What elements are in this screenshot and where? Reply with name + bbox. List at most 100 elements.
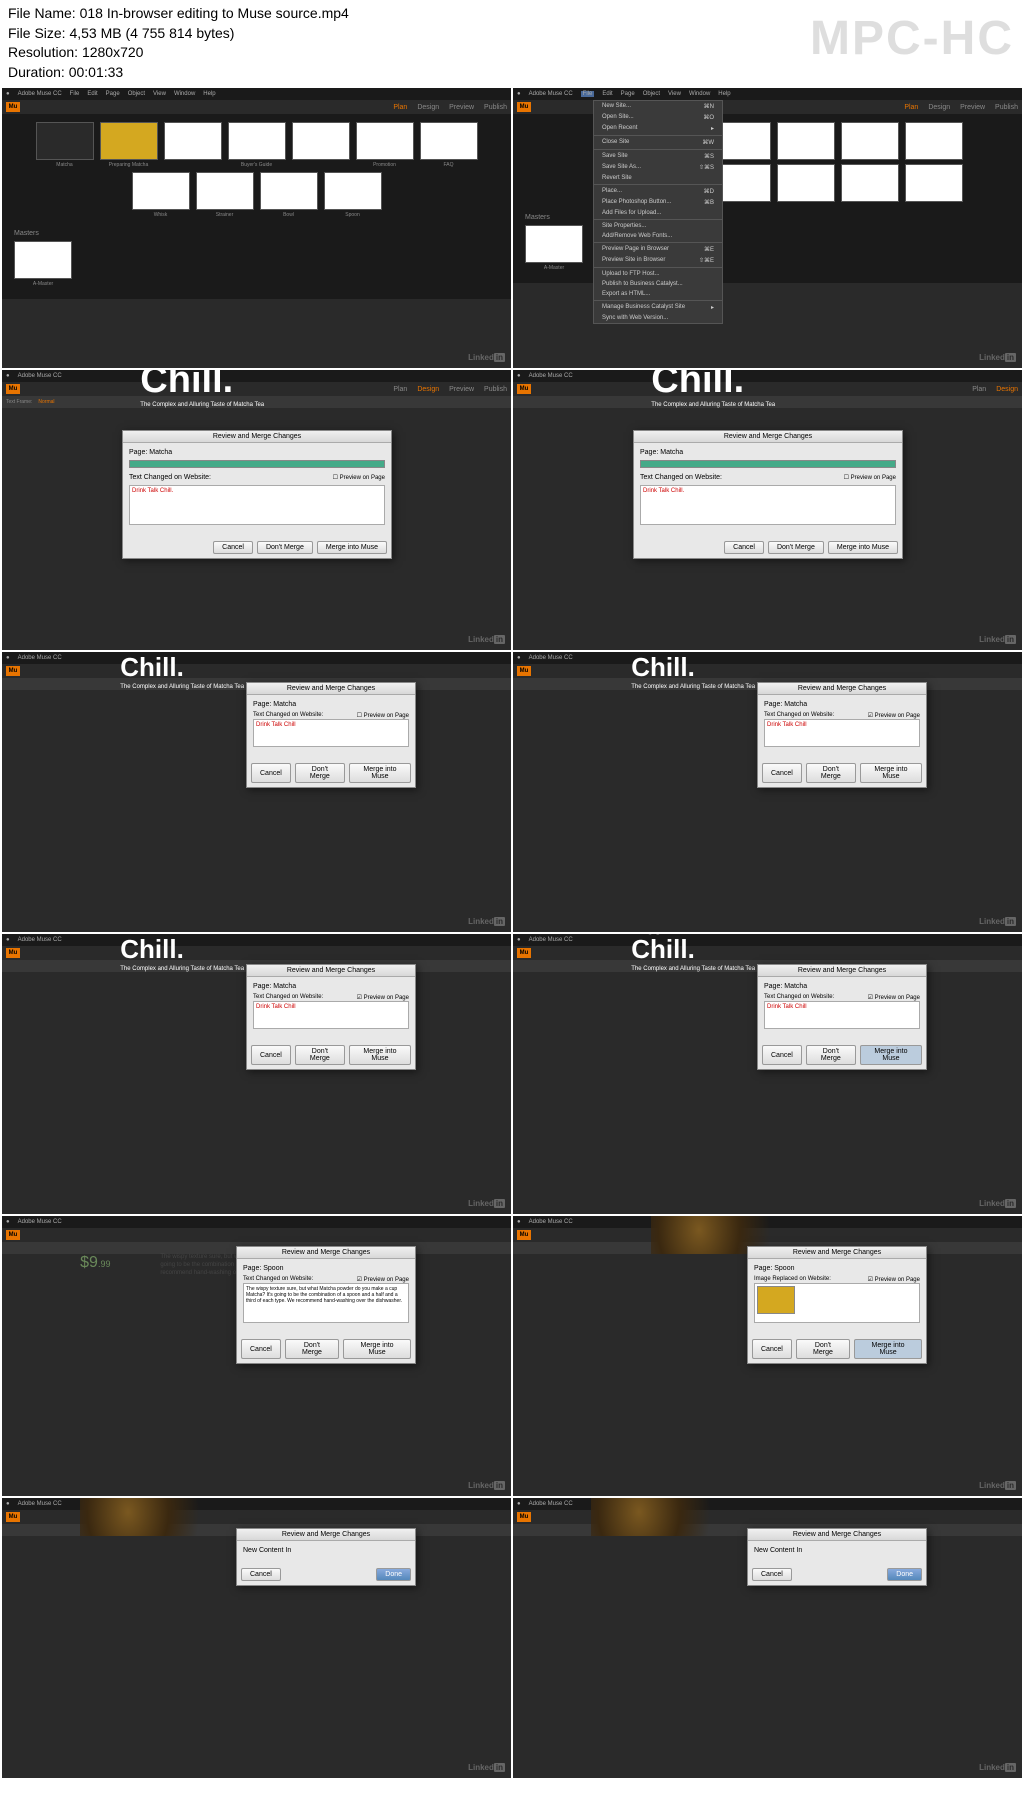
file-menu-item[interactable]: Save Site⌘S [594, 151, 722, 162]
cancel-button[interactable]: Cancel [251, 763, 291, 783]
dont-merge-button[interactable]: Don't Merge [295, 763, 345, 783]
page-thumb[interactable] [260, 172, 318, 210]
dont-merge-button[interactable]: Don't Merge [285, 1339, 339, 1359]
file-menu-item[interactable]: Open Site...⌘O [594, 112, 722, 123]
page-thumb[interactable] [228, 122, 286, 160]
page-thumb[interactable] [841, 122, 899, 160]
merge-button[interactable]: Merge into Muse [828, 541, 898, 554]
page-thumb[interactable] [777, 164, 835, 202]
dialog-textarea[interactable]: Drink Talk Chill. [640, 485, 896, 525]
page-thumb[interactable] [420, 122, 478, 160]
file-menu-item[interactable]: Preview Page in Browser⌘E [594, 244, 722, 255]
tab-plan[interactable]: Plan [393, 104, 407, 111]
dialog-textarea[interactable]: Drink Talk Chill [253, 1001, 409, 1029]
tab-preview[interactable]: Preview [449, 386, 474, 393]
page-thumb[interactable] [356, 122, 414, 160]
tab-design[interactable]: Design [928, 104, 950, 111]
preview-checkbox[interactable]: ☑ Preview on Page [357, 1276, 409, 1283]
menu-edit[interactable]: Edit [602, 91, 612, 97]
page-thumb[interactable] [100, 122, 158, 160]
file-menu-item[interactable]: Add Files for Upload... [594, 208, 722, 218]
merge-button[interactable]: Merge into Muse [349, 763, 411, 783]
file-menu-item[interactable]: Save Site As...⇧⌘S [594, 162, 722, 173]
menu-window[interactable]: Window [689, 91, 710, 97]
dialog-textarea[interactable]: Drink Talk Chill [764, 1001, 920, 1029]
file-menu-item[interactable]: Revert Site [594, 173, 722, 183]
preview-checkbox[interactable]: ☑ Preview on Page [357, 994, 409, 1001]
dialog-textarea[interactable]: Drink Talk Chill [764, 719, 920, 747]
merge-button[interactable]: Merge into Muse [343, 1339, 411, 1359]
merge-button[interactable]: Merge into Muse [854, 1339, 922, 1359]
tab-plan[interactable]: Plan [393, 386, 407, 393]
file-menu-item[interactable]: Upload to FTP Host... [594, 269, 722, 279]
tab-preview[interactable]: Preview [960, 104, 985, 111]
page-thumb[interactable] [292, 122, 350, 160]
preview-checkbox[interactable]: ☑ Preview on Page [868, 1276, 920, 1283]
state-select[interactable]: Normal [38, 399, 54, 405]
merge-button[interactable]: Merge into Muse [860, 1045, 922, 1065]
preview-checkbox[interactable]: ☐ Preview on Page [333, 474, 385, 485]
file-menu-item[interactable]: Place...⌘D [594, 186, 722, 197]
dont-merge-button[interactable]: Don't Merge [257, 541, 313, 554]
dialog-textarea[interactable]: The wispy texture sure, but what Matcha … [243, 1283, 409, 1323]
cancel-button[interactable]: Cancel [213, 541, 253, 554]
merge-button[interactable]: Merge into Muse [860, 763, 922, 783]
cancel-button[interactable]: Cancel [251, 1045, 291, 1065]
dialog-textarea[interactable]: Drink Talk Chill. [129, 485, 385, 525]
tab-publish[interactable]: Publish [484, 386, 507, 393]
menu-object[interactable]: Object [128, 91, 145, 97]
master-thumb[interactable] [14, 241, 72, 279]
menu-page[interactable]: Page [106, 91, 120, 97]
dont-merge-button[interactable]: Don't Merge [768, 541, 824, 554]
cancel-button[interactable]: Cancel [752, 1568, 792, 1581]
file-menu-item[interactable]: Add/Remove Web Fonts... [594, 231, 722, 241]
tab-plan[interactable]: Plan [904, 104, 918, 111]
file-menu-item[interactable]: Manage Business Catalyst Site▸ [594, 302, 722, 313]
dont-merge-button[interactable]: Don't Merge [806, 1045, 856, 1065]
tab-publish[interactable]: Publish [995, 104, 1018, 111]
tab-design[interactable]: Design [417, 104, 439, 111]
cancel-button[interactable]: Cancel [724, 541, 764, 554]
dialog-textarea[interactable]: Drink Talk Chill [253, 719, 409, 747]
file-menu-item[interactable]: Sync with Web Version... [594, 313, 722, 323]
dont-merge-button[interactable]: Don't Merge [295, 1045, 345, 1065]
cancel-button[interactable]: Cancel [241, 1339, 281, 1359]
cancel-button[interactable]: Cancel [762, 763, 802, 783]
menu-help[interactable]: Help [718, 91, 730, 97]
menu-view[interactable]: View [668, 91, 681, 97]
preview-checkbox[interactable]: ☐ Preview on Page [844, 474, 896, 485]
merge-button[interactable]: Merge into Muse [349, 1045, 411, 1065]
cancel-button[interactable]: Cancel [241, 1568, 281, 1581]
tab-preview[interactable]: Preview [449, 104, 474, 111]
page-thumb[interactable] [841, 164, 899, 202]
page-thumb[interactable] [905, 122, 963, 160]
cancel-button[interactable]: Cancel [762, 1045, 802, 1065]
menu-page[interactable]: Page [621, 91, 635, 97]
master-thumb[interactable] [525, 225, 583, 263]
page-thumb[interactable] [324, 172, 382, 210]
file-menu-item[interactable]: Open Recent▸ [594, 123, 722, 134]
page-thumb[interactable] [164, 122, 222, 160]
file-menu-item[interactable]: Site Properties... [594, 221, 722, 231]
preview-checkbox[interactable]: ☐ Preview on Page [357, 712, 409, 719]
file-menu-item[interactable]: New Site...⌘N [594, 101, 722, 112]
menu-edit[interactable]: Edit [87, 91, 97, 97]
tab-publish[interactable]: Publish [484, 104, 507, 111]
done-button[interactable]: Done [376, 1568, 411, 1581]
file-menu-item[interactable]: Preview Site in Browser⇧⌘E [594, 255, 722, 266]
menu-help[interactable]: Help [203, 91, 215, 97]
file-menu-item[interactable]: Publish to Business Catalyst... [594, 279, 722, 289]
page-thumb[interactable] [36, 122, 94, 160]
menu-window[interactable]: Window [174, 91, 195, 97]
menu-view[interactable]: View [153, 91, 166, 97]
file-menu-item[interactable]: Place Photoshop Button...⌘B [594, 197, 722, 208]
done-button[interactable]: Done [887, 1568, 922, 1581]
menu-file[interactable]: File [70, 91, 80, 97]
preview-checkbox[interactable]: ☑ Preview on Page [868, 712, 920, 719]
tab-design[interactable]: Design [417, 386, 439, 393]
cancel-button[interactable]: Cancel [752, 1339, 792, 1359]
dont-merge-button[interactable]: Don't Merge [796, 1339, 850, 1359]
page-thumb[interactable] [905, 164, 963, 202]
dont-merge-button[interactable]: Don't Merge [806, 763, 856, 783]
file-menu-item[interactable]: Close Site⌘W [594, 137, 722, 148]
